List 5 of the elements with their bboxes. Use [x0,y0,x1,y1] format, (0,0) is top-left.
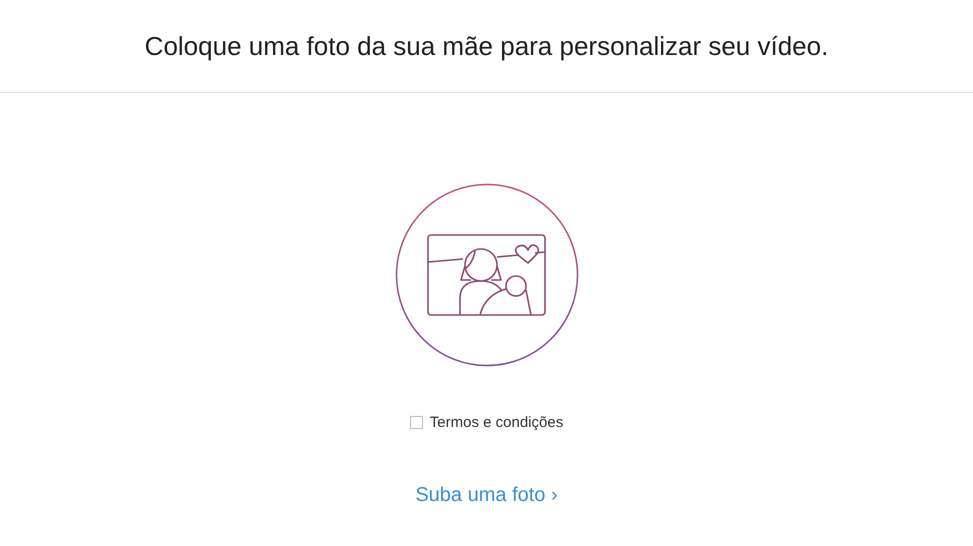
page-title: Coloque uma foto da sua mãe para personalizar seu vídeo. [144,30,828,62]
terms-checkbox[interactable] [410,416,423,429]
photo-upload-icon[interactable] [394,183,578,367]
upload-photo-link[interactable]: Suba uma foto › [415,484,558,507]
terms-label: Termos e condições [430,414,564,431]
